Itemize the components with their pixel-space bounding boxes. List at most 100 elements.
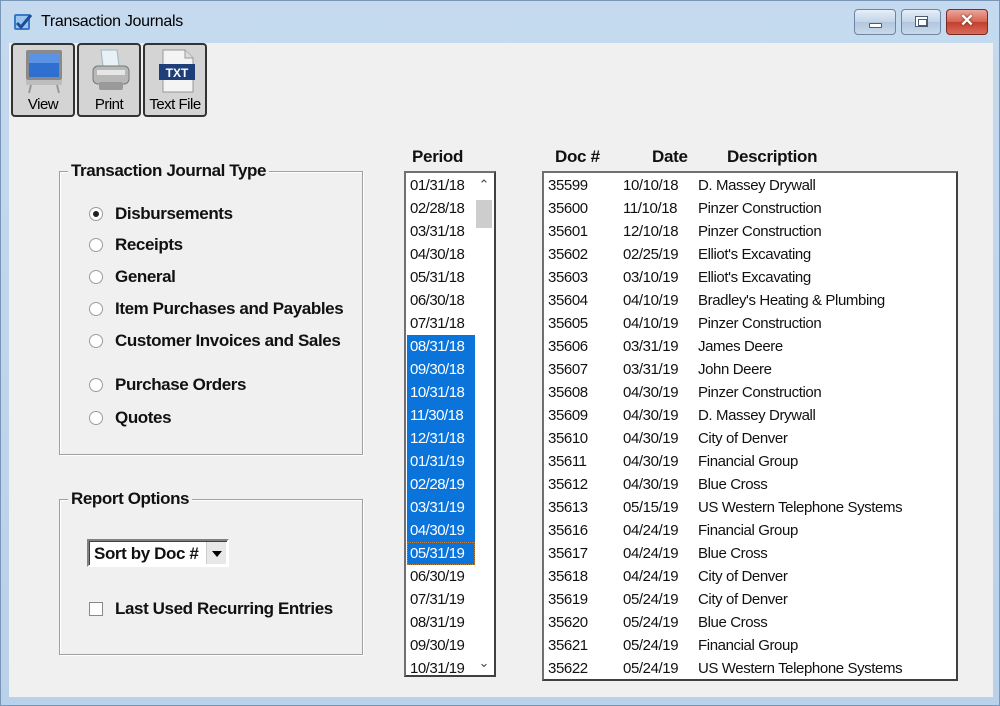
document-row[interactable]: 35602 02/25/19 Elliot's Excavating (546, 243, 946, 266)
title-bar[interactable]: Transaction Journals ✕ (1, 1, 1000, 43)
document-row[interactable]: 35608 04/30/19 Pinzer Construction (546, 381, 946, 404)
period-item[interactable]: 05/31/19 (407, 542, 475, 565)
close-icon: ✕ (959, 11, 975, 30)
minimize-button[interactable] (854, 9, 896, 35)
description-cell: Pinzer Construction (698, 223, 822, 240)
document-row[interactable]: 35607 03/31/19 John Deere (546, 358, 946, 381)
document-row[interactable]: 35617 04/24/19 Blue Cross (546, 542, 946, 565)
maximize-button[interactable] (901, 9, 941, 35)
radio-button[interactable] (89, 411, 103, 425)
document-row[interactable]: 35619 05/24/19 City of Denver (546, 588, 946, 611)
period-item[interactable]: 11/30/18 (407, 404, 475, 427)
description-cell: Bradley's Heating & Plumbing (698, 292, 885, 309)
period-item[interactable]: 07/31/18 (407, 312, 475, 335)
period-item[interactable]: 02/28/18 (407, 197, 475, 220)
view-button[interactable]: View (11, 43, 75, 117)
document-row[interactable]: 35609 04/30/19 D. Massey Drywall (546, 404, 946, 427)
radio-button[interactable] (89, 238, 103, 252)
period-item[interactable]: 08/31/19 (407, 611, 475, 634)
radio-button[interactable] (89, 270, 103, 284)
period-item[interactable]: 01/31/18 (407, 174, 475, 197)
radio-button[interactable] (89, 378, 103, 392)
radio-label: General (115, 267, 176, 286)
period-item[interactable]: 09/30/19 (407, 634, 475, 657)
radio-quotes[interactable]: Quotes (89, 407, 172, 429)
print-button[interactable]: Print (77, 43, 141, 117)
date-cell: 05/24/19 (623, 614, 679, 631)
scrollbar-thumb[interactable] (476, 200, 492, 228)
document-row[interactable]: 35618 04/24/19 City of Denver (546, 565, 946, 588)
period-scrollbar[interactable]: ⌃ ⌄ (475, 174, 493, 674)
date-cell: 05/24/19 (623, 660, 679, 677)
date-cell: 05/24/19 (623, 591, 679, 608)
printer-icon (92, 49, 130, 90)
text-file-button[interactable]: TXT Text File (143, 43, 207, 117)
document-row[interactable]: 35601 12/10/18 Pinzer Construction (546, 220, 946, 243)
radio-button[interactable] (89, 334, 103, 348)
radio-receipts[interactable]: Receipts (89, 234, 183, 256)
period-item[interactable]: 06/30/19 (407, 565, 475, 588)
period-item[interactable]: 02/28/19 (407, 473, 475, 496)
document-row[interactable]: 35611 04/30/19 Financial Group (546, 450, 946, 473)
date-cell: 04/24/19 (623, 568, 679, 585)
doc-number-cell: 35617 (548, 545, 588, 562)
period-item[interactable]: 10/31/19 (407, 657, 475, 675)
radio-button[interactable] (89, 302, 103, 316)
radio-customer-invoices[interactable]: Customer Invoices and Sales (89, 330, 341, 352)
period-item[interactable]: 04/30/18 (407, 243, 475, 266)
period-item[interactable]: 05/31/18 (407, 266, 475, 289)
document-row[interactable]: 35616 04/24/19 Financial Group (546, 519, 946, 542)
radio-general[interactable]: General (89, 266, 176, 288)
radio-disbursements[interactable]: Disbursements (89, 203, 233, 225)
document-row[interactable]: 35605 04/10/19 Pinzer Construction (546, 312, 946, 335)
document-row[interactable]: 35620 05/24/19 Blue Cross (546, 611, 946, 634)
document-row[interactable]: 35612 04/30/19 Blue Cross (546, 473, 946, 496)
description-cell: Financial Group (698, 637, 798, 654)
document-row[interactable]: 35621 05/24/19 Financial Group (546, 634, 946, 657)
last-used-recurring-checkbox[interactable] (89, 602, 103, 616)
sort-dropdown[interactable]: Sort by Doc # (87, 539, 229, 567)
date-cell: 03/31/19 (623, 361, 679, 378)
radio-item-purchases[interactable]: Item Purchases and Payables (89, 298, 344, 320)
documents-listbox[interactable]: 35599 10/10/18 D. Massey Drywall 35600 11/10… (542, 171, 958, 681)
period-item[interactable]: 10/31/18 (407, 381, 475, 404)
text-file-label: Text File (149, 96, 201, 113)
radio-label: Receipts (115, 235, 183, 254)
period-item[interactable]: 06/30/18 (407, 289, 475, 312)
date-cell: 02/25/19 (623, 246, 679, 263)
document-row[interactable]: 35603 03/10/19 Elliot's Excavating (546, 266, 946, 289)
document-row[interactable]: 35599 10/10/18 D. Massey Drywall (546, 174, 946, 197)
period-item[interactable]: 07/31/19 (407, 588, 475, 611)
document-row[interactable]: 35613 05/15/19 US Western Telephone System… (546, 496, 946, 519)
period-item[interactable]: 12/31/18 (407, 427, 475, 450)
period-item[interactable]: 03/31/18 (407, 220, 475, 243)
document-row[interactable]: 35622 05/24/19 US Western Telephone System… (546, 657, 946, 679)
last-used-recurring-checkbox-row[interactable]: Last Used Recurring Entries (89, 599, 333, 619)
period-item[interactable]: 04/30/19 (407, 519, 475, 542)
date-cell: 11/10/18 (623, 200, 678, 217)
document-row[interactable]: 35600 11/10/18 Pinzer Construction (546, 197, 946, 220)
description-cell: Blue Cross (698, 476, 768, 493)
chevron-down-icon[interactable] (206, 542, 226, 564)
chevron-down-icon[interactable]: ⌄ (475, 652, 493, 674)
period-item[interactable]: 09/30/18 (407, 358, 475, 381)
radio-label: Quotes (115, 408, 172, 427)
document-row[interactable]: 35610 04/30/19 City of Denver (546, 427, 946, 450)
app-window: Transaction Journals ✕ View Print TXT Te… (0, 0, 1000, 706)
period-item[interactable]: 01/31/19 (407, 450, 475, 473)
document-row[interactable]: 35604 04/10/19 Bradley's Heating & Plumbin… (546, 289, 946, 312)
maximize-icon (915, 16, 928, 27)
close-button[interactable]: ✕ (946, 9, 988, 35)
description-cell: US Western Telephone Systems (698, 660, 903, 677)
description-header: Description (727, 147, 818, 166)
radio-button[interactable] (89, 207, 103, 221)
period-item[interactable]: 08/31/18 (407, 335, 475, 358)
journal-type-title: Transaction Journal Type (68, 161, 270, 181)
date-header: Date (652, 147, 688, 166)
radio-purchase-orders[interactable]: Purchase Orders (89, 374, 246, 396)
chevron-up-icon[interactable]: ⌃ (475, 174, 493, 196)
date-cell: 04/30/19 (623, 384, 679, 401)
period-item[interactable]: 03/31/19 (407, 496, 475, 519)
document-row[interactable]: 35606 03/31/19 James Deere (546, 335, 946, 358)
period-listbox[interactable]: ⌃ ⌄ 01/31/18 02/28/18 03/31/18 04/30/18 05/3… (404, 171, 496, 677)
